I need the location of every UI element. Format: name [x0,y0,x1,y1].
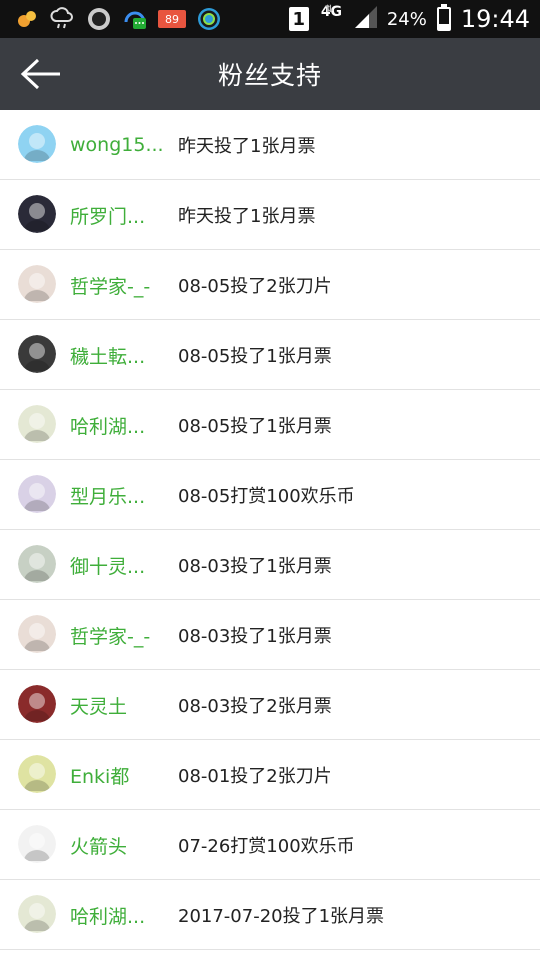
supporter-name[interactable]: 所罗门... [70,180,170,250]
supporter-row[interactable]: 所罗门... 昨天投了1张月票 [0,180,540,250]
ring-app-icon [196,6,222,32]
battery-percent: 24% [386,8,427,30]
supporter-name[interactable]: Enki都 [70,740,170,810]
avatar[interactable] [18,195,56,233]
supporter-row[interactable]: Enki都 08-01投了2张刀片 [0,740,540,810]
supporter-row[interactable]: 天灵土 08-03投了2张月票 [0,670,540,740]
support-action: 08-05投了2张刀片 [178,276,332,297]
supporter-name[interactable]: 哈利湖... [70,390,170,460]
battery-icon [436,4,451,31]
system-status-icons: 1 4G ⇅ 24% 19:44 [288,4,530,34]
avatar[interactable] [18,615,56,653]
supporter-row[interactable]: 火箭头 07-26打赏100欢乐币 [0,810,540,880]
avatar[interactable] [18,475,56,513]
weather-rain-icon [50,6,76,32]
supporter-row[interactable]: 哈利湖... 2017-07-20投了1张月票 [0,880,540,950]
supporter-name[interactable]: 火箭头 [70,810,170,880]
supporter-row[interactable]: 哲学家-_- 08-03投了1张月票 [0,600,540,670]
record-icon [86,6,112,32]
supporter-name[interactable]: 哈利湖... [70,880,170,950]
supporter-name[interactable]: 御十灵... [70,530,170,600]
sim-indicator: 1 [288,7,309,31]
supporter-row[interactable]: 型月乐... 08-05打赏100欢乐币 [0,460,540,530]
supporter-row[interactable]: 御十灵... 08-03投了1张月票 [0,530,540,600]
support-action: 07-26打赏100欢乐币 [178,836,355,857]
notification-badge-count: 89 [158,10,186,28]
support-action: 08-05投了1张月票 [178,416,332,437]
supporter-row[interactable]: 哲学家-_- 08-05投了2张刀片 [0,250,540,320]
avatar[interactable] [18,685,56,723]
support-action: 08-01投了2张刀片 [178,766,332,787]
notification-icons: 89 [14,6,222,32]
support-action: 昨天投了1张月票 [178,136,316,157]
avatar[interactable] [18,755,56,793]
support-action: 08-05打赏100欢乐币 [178,486,355,507]
avatar[interactable] [18,125,56,163]
supporter-name[interactable]: 天灵土 [70,670,170,740]
avatar[interactable] [18,895,56,933]
status-bar: 89 1 4G ⇅ 24% 19:44 [0,0,540,38]
supporter-list: wong15... 昨天投了1张月票 所罗门... 昨天投了1张月票 哲学家-_- 08-… [0,110,540,950]
avatar[interactable] [18,545,56,583]
signal-icon [354,6,377,32]
supporter-row[interactable]: wong15... 昨天投了1张月票 [0,110,540,180]
message-icon [122,6,148,32]
supporter-row[interactable]: 哈利湖... 08-05投了1张月票 [0,390,540,460]
supporter-name[interactable]: 型月乐... [70,460,170,530]
supporter-name[interactable]: 哲学家-_- [70,600,170,670]
supporter-name[interactable]: 哲学家-_- [70,250,170,320]
avatar[interactable] [18,265,56,303]
supporter-row[interactable]: 穢土転... 08-05投了1张月票 [0,320,540,390]
page-title: 粉丝支持 [217,61,322,90]
supporter-name[interactable]: 穢土転... [70,320,170,390]
support-action: 08-05投了1张月票 [178,346,332,367]
support-action: 08-03投了1张月票 [178,626,332,647]
clock: 19:44 [460,5,530,33]
network-type-icon: 4G ⇅ [320,4,343,20]
app-header: 粉丝支持 [0,38,540,110]
avatar[interactable] [18,405,56,443]
support-action: 昨天投了1张月票 [178,206,316,227]
avatar[interactable] [18,335,56,373]
avatar[interactable] [18,825,56,863]
supporter-name[interactable]: wong15... [70,110,170,180]
support-action: 08-03投了1张月票 [178,556,332,577]
badge-notification-icon: 89 [158,6,186,32]
support-action: 2017-07-20投了1张月票 [178,906,385,927]
app-notification-icon [14,6,40,32]
support-action: 08-03投了2张月票 [178,696,332,717]
